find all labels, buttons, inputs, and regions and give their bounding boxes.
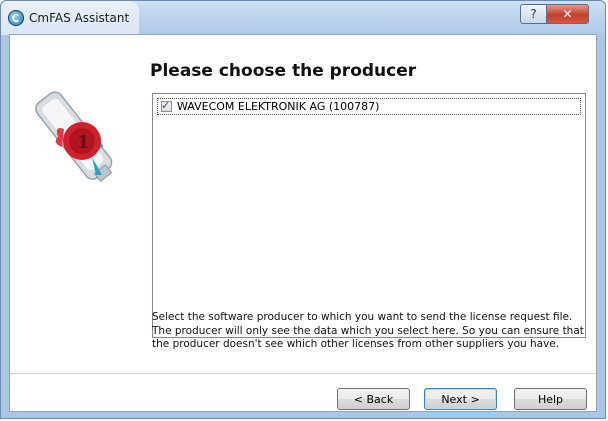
page-title: Please choose the producer xyxy=(150,61,417,81)
producer-label: WAVECOM ELEKTRONIK AG (100787) xyxy=(177,100,380,113)
producer-checkbox[interactable]: ✓ xyxy=(161,99,172,112)
codemeter-icon xyxy=(8,10,24,26)
instruction-text: Select the software producer to which yo… xyxy=(152,311,584,350)
dialog-client-area: 1 Please choose the producer ✓ WAVECOM E… xyxy=(9,34,597,412)
question-icon: ? xyxy=(530,7,537,21)
producer-list[interactable]: ✓ WAVECOM ELEKTRONIK AG (100787) xyxy=(152,93,586,338)
usb-dongle-wax-seal-icon: 1 xyxy=(35,91,113,183)
footer-divider xyxy=(10,373,596,374)
close-icon: ✕ xyxy=(562,7,573,21)
title-bar[interactable]: CmFAS Assistant ? ✕ xyxy=(1,1,605,35)
title-help-button[interactable]: ? xyxy=(520,4,547,24)
svg-text:1: 1 xyxy=(77,132,90,153)
next-button[interactable]: Next > xyxy=(424,388,497,410)
back-button[interactable]: < Back xyxy=(337,388,410,410)
dialog-window: CmFAS Assistant ? ✕ 1 Please choose the … xyxy=(0,0,606,419)
checkmark-icon: ✓ xyxy=(161,99,171,112)
producer-list-item[interactable]: ✓ WAVECOM ELEKTRONIK AG (100787) xyxy=(157,98,581,115)
help-button[interactable]: Help xyxy=(514,388,587,410)
close-button[interactable]: ✕ xyxy=(546,4,589,24)
